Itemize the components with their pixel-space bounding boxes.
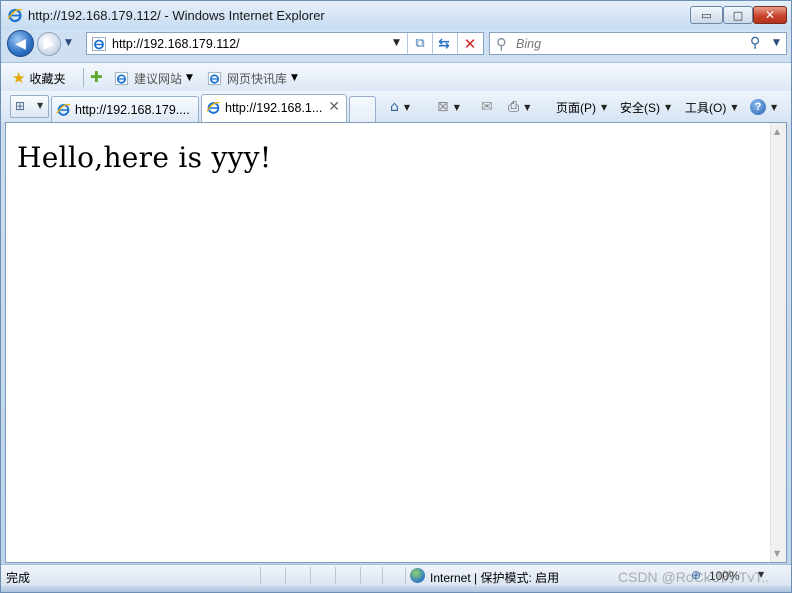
suggested-sites-button[interactable]: 建议网站 ▼ [114, 69, 193, 87]
status-divider [260, 567, 261, 584]
recent-pages-dropdown-icon[interactable]: ▼ [65, 38, 72, 48]
tab-ie-icon [56, 103, 71, 116]
page-ie-icon [92, 37, 106, 51]
page-heading: Hello,here is yyy! [17, 141, 272, 174]
mail-icon: ✉ [481, 99, 493, 115]
chevron-down-icon: ▼ [524, 102, 531, 112]
search-box[interactable]: ⚲ Bing ⚲ ▼ [489, 32, 787, 55]
zoom-level[interactable]: 100% [709, 569, 740, 583]
tab-list-dropdown-icon[interactable]: ▼ [37, 101, 43, 110]
web-slice-gallery-label: 网页快讯库 [227, 71, 288, 86]
suggested-sites-icon [114, 71, 129, 85]
scroll-down-icon[interactable]: ▼ [774, 549, 780, 558]
tab-1[interactable]: http://192.168.179.... [51, 96, 199, 122]
tab-ie-icon [206, 101, 221, 114]
chevron-down-icon: ▼ [453, 102, 460, 112]
forward-button[interactable]: ▶ [37, 32, 61, 56]
tab-bar: ⊞ ▼ http://192.168.179.... http://192.16… [1, 91, 791, 122]
star-icon: ★ [12, 69, 26, 87]
suggested-sites-label: 建议网站 [134, 71, 183, 86]
address-url[interactable]: http://192.168.179.112/ [112, 37, 240, 51]
maximize-icon: □ [732, 8, 744, 22]
favorites-bar: ★ 收藏夹 ✚ 建议网站 ▼ 网页快讯库 ▼ [1, 62, 791, 91]
tab-1-label: http://192.168.179.... [75, 103, 190, 117]
address-bar[interactable]: http://192.168.179.112/ ▼ ⧉ ⇆ ✕ [86, 32, 484, 55]
zoom-dropdown-icon[interactable]: ▼ [758, 570, 764, 579]
status-divider [360, 567, 361, 584]
chevron-down-icon: ▼ [186, 73, 193, 83]
status-divider [405, 567, 406, 584]
page-menu[interactable]: 页面(P) ▼ [556, 98, 607, 116]
status-text: 完成 [6, 571, 31, 585]
minimize-button[interactable]: ▭ [690, 6, 723, 24]
chevron-down-icon: ▼ [771, 102, 778, 112]
compatibility-view-icon[interactable]: ⧉ [409, 34, 431, 53]
quick-tabs-button[interactable]: ⊞ ▼ [10, 95, 49, 118]
chevron-down-icon: ▼ [601, 102, 608, 112]
quick-tabs-grid-icon: ⊞ [15, 99, 26, 113]
help-icon: ? [750, 99, 766, 115]
safety-menu-label: 安全(S) [620, 100, 660, 115]
window-title: http://192.168.179.112/ - Windows Intern… [28, 8, 325, 23]
favorites-label: 收藏夹 [29, 71, 66, 86]
status-divider [335, 567, 336, 584]
browser-window: http://192.168.179.112/ - Windows Intern… [0, 0, 792, 593]
page-content: Hello,here is yyy! ▲ ▼ [5, 122, 787, 563]
status-divider [285, 567, 286, 584]
address-divider [457, 33, 458, 54]
chevron-down-icon: ▼ [291, 73, 298, 83]
web-slice-icon [207, 71, 222, 85]
status-divider [310, 567, 311, 584]
search-provider-dropdown-icon[interactable]: ▼ [773, 38, 780, 48]
navigation-bar: ◀ ▶ ▼ http://192.168.179.112/ ▼ ⧉ ⇆ ✕ ⚲ … [1, 29, 791, 60]
status-divider [382, 567, 383, 584]
search-go-icon[interactable]: ⚲ [750, 35, 760, 51]
chevron-down-icon: ▼ [731, 102, 738, 112]
favorites-divider [83, 68, 84, 87]
tab-2-label: http://192.168.1... [225, 101, 323, 115]
forward-arrow-icon: ▶ [43, 36, 55, 52]
tools-menu[interactable]: 工具(O) ▼ [685, 98, 737, 116]
rss-feed-icon: ⊠ [437, 99, 449, 115]
internet-explorer-icon [7, 8, 23, 23]
vertical-scrollbar[interactable]: ▲ ▼ [770, 123, 786, 562]
window-bottom-frame [1, 586, 791, 592]
printer-icon: ⎙ [508, 99, 520, 115]
refresh-icon[interactable]: ⇆ [433, 34, 455, 53]
safety-menu[interactable]: 安全(S) ▼ [620, 98, 671, 116]
address-dropdown-icon[interactable]: ▼ [393, 38, 400, 48]
minimize-icon: ▭ [701, 8, 712, 22]
internet-zone-globe-icon [410, 568, 425, 583]
feeds-button[interactable]: ⊠ ▼ [437, 98, 460, 116]
back-button[interactable]: ◀ [7, 30, 34, 57]
read-mail-button[interactable]: ✉ [481, 98, 493, 116]
stop-icon[interactable]: ✕ [459, 34, 481, 53]
close-button[interactable]: ✕ [753, 6, 787, 24]
title-bar: http://192.168.179.112/ - Windows Intern… [1, 1, 791, 29]
print-button[interactable]: ⎙ ▼ [508, 98, 530, 116]
zoom-icon[interactable]: ⊕ [691, 568, 701, 582]
security-zone-text[interactable]: Internet | 保护模式: 启用 [430, 569, 559, 586]
home-icon: ⌂ [390, 99, 399, 115]
add-to-favorites-icon[interactable]: ✚ [90, 68, 103, 86]
favorites-button[interactable]: ★ 收藏夹 [12, 69, 65, 87]
scroll-up-icon[interactable]: ▲ [774, 127, 780, 136]
home-button[interactable]: ⌂ ▼ [390, 98, 410, 116]
close-icon: ✕ [764, 8, 776, 22]
new-tab-button[interactable] [349, 96, 376, 122]
back-arrow-icon: ◀ [15, 35, 26, 52]
bing-search-icon: ⚲ [496, 35, 507, 53]
search-placeholder[interactable]: Bing [516, 37, 541, 51]
chevron-down-icon: ▼ [403, 102, 411, 112]
status-bar: 完成 Internet | 保护模式: 启用 CSDN @RoCkU的 TvT.… [1, 564, 791, 586]
tab-2-active[interactable]: http://192.168.1... ✕ [201, 94, 347, 122]
maximize-button[interactable]: □ [723, 6, 753, 24]
address-divider [407, 33, 408, 54]
web-slice-gallery-button[interactable]: 网页快讯库 ▼ [207, 69, 298, 87]
help-menu[interactable]: ? ▼ [750, 98, 777, 116]
page-menu-label: 页面(P) [556, 100, 596, 115]
chevron-down-icon: ▼ [665, 102, 672, 112]
close-tab-icon[interactable]: ✕ [328, 99, 340, 115]
tools-menu-label: 工具(O) [685, 100, 727, 115]
